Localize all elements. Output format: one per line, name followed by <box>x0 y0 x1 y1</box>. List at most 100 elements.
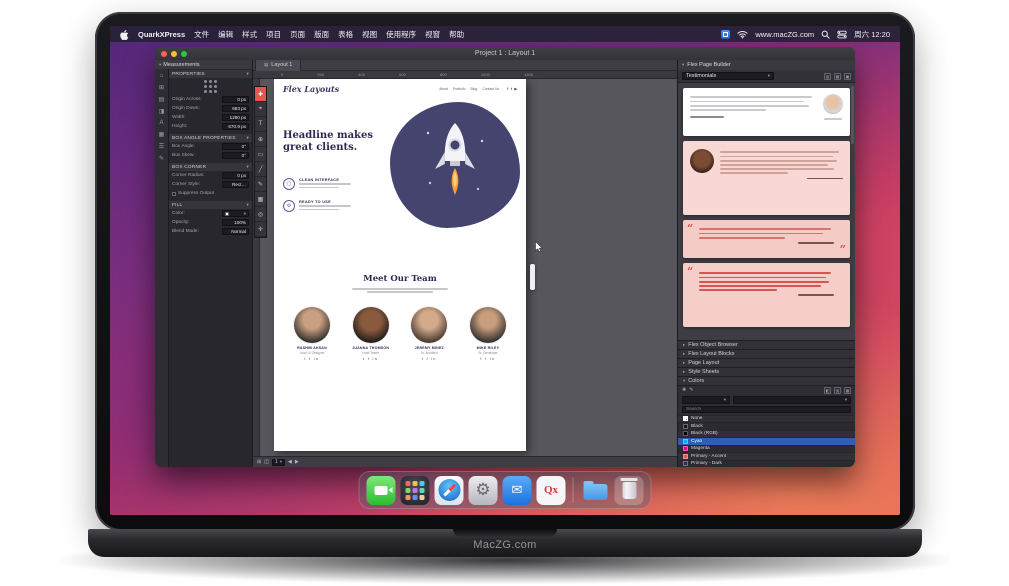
box-angle-section-header[interactable]: BOX ANGLE PROPERTIES▾ <box>169 134 252 142</box>
testimonial-block-4[interactable]: “ <box>683 263 850 327</box>
menu-item-table[interactable]: 表格 <box>338 29 353 40</box>
preset-dropdown[interactable]: Testimonials ▾ <box>682 72 774 80</box>
menu-item-edit[interactable]: 编辑 <box>218 29 233 40</box>
apple-menu-icon[interactable] <box>120 29 129 40</box>
menu-item-layout[interactable]: 版面 <box>314 29 329 40</box>
item-tool[interactable]: ✚ <box>255 87 266 102</box>
next-page-icon[interactable]: ▶ <box>295 459 299 465</box>
panel-scrollbar[interactable] <box>851 86 854 144</box>
color-filter-icon-1[interactable]: ◧ <box>824 387 831 394</box>
pen-tool[interactable]: ✎ <box>255 177 266 192</box>
corner-radius-input[interactable]: 0 px <box>222 172 249 179</box>
origin-down-input[interactable]: 683 px <box>222 105 249 112</box>
menu-item-utilities[interactable]: 使用程序 <box>386 29 416 40</box>
text-link-tool[interactable]: ⊕ <box>255 132 266 147</box>
menubar-url[interactable]: www.macZG.com <box>755 30 814 39</box>
dock-safari[interactable] <box>435 476 464 505</box>
color-row-none[interactable]: None <box>678 415 855 423</box>
table-icon[interactable]: ▦ <box>159 131 165 138</box>
testimonial-block-3[interactable]: “ ” <box>683 220 850 258</box>
box-tool[interactable]: ▭ <box>255 147 266 162</box>
content-tool[interactable]: ⌖ <box>255 102 266 117</box>
menu-item-style[interactable]: 样式 <box>242 29 257 40</box>
testimonial-block-2[interactable] <box>683 141 850 215</box>
spaces-icon[interactable]: ▤ <box>159 96 165 103</box>
dock-trash[interactable] <box>615 476 644 505</box>
layout-page[interactable]: Flex Layouts About Portfolio Blog Contac… <box>274 79 526 451</box>
minimize-button[interactable] <box>171 51 177 57</box>
wifi-icon[interactable] <box>737 30 748 39</box>
width-input[interactable]: 1280 px <box>222 114 249 121</box>
color-row-black[interactable]: Black <box>678 422 855 430</box>
dock-quarkxpress[interactable]: Qx <box>537 476 566 505</box>
prev-page-icon[interactable]: ◀ <box>288 459 292 465</box>
close-button[interactable] <box>161 51 167 57</box>
view-large-icon[interactable]: ▣ <box>844 73 851 80</box>
dock-facetime[interactable] <box>367 476 396 505</box>
dock-downloads-folder[interactable] <box>581 476 610 505</box>
edit-icon[interactable]: ✎ <box>159 155 164 162</box>
scrollbar-thumb[interactable] <box>530 264 535 290</box>
text-icon[interactable]: A <box>159 120 163 126</box>
box-angle-input[interactable]: 0° <box>222 143 249 150</box>
menu-item-view[interactable]: 视图 <box>362 29 377 40</box>
section-flex-object-browser[interactable]: ▸ Flex Object Browser <box>678 340 855 349</box>
corner-style-dropdown[interactable]: Rect… <box>222 181 249 188</box>
colors-search-input[interactable] <box>682 406 851 413</box>
window-titlebar[interactable]: Project 1 : Layout 1 <box>155 47 855 60</box>
section-flex-layout-blocks[interactable]: ▸ Flex Layout Blocks <box>678 349 855 358</box>
app-menu-title[interactable]: QuarkXPress <box>138 30 185 39</box>
color-filter-icon-2[interactable]: ▤ <box>834 387 841 394</box>
proxy-grid-icon[interactable]: ⊞ <box>159 84 164 91</box>
zoom-tool[interactable]: ◎ <box>255 207 266 222</box>
list-icon[interactable]: ☰ <box>159 143 164 150</box>
home-icon[interactable]: ⌂ <box>160 73 164 79</box>
origin-across-input[interactable]: 0 px <box>222 96 249 103</box>
table-tool[interactable]: ▦ <box>255 192 266 207</box>
reference-point-grid[interactable] <box>169 78 252 95</box>
color-filter-icon-3[interactable]: ▦ <box>844 387 851 394</box>
layout-tab[interactable]: ▦ Layout 1 <box>255 60 301 71</box>
color-row-primary-accent[interactable]: Primary - Accent <box>678 452 855 460</box>
testimonial-block-1[interactable] <box>683 88 850 136</box>
document-canvas[interactable]: Flex Layouts About Portfolio Blog Contac… <box>253 79 677 456</box>
color-row-primary-dark[interactable]: Primary - Dark <box>678 460 855 468</box>
menu-item-help[interactable]: 帮助 <box>449 29 464 40</box>
box-corner-section-header[interactable]: BOX CORNER▾ <box>169 163 252 171</box>
color-row-cyan[interactable]: Cyan <box>678 437 855 445</box>
menu-item-item[interactable]: 项目 <box>266 29 281 40</box>
search-icon[interactable] <box>821 30 830 39</box>
height-input[interactable]: 670.9 px <box>222 123 249 130</box>
input-source-icon[interactable] <box>721 30 730 39</box>
add-color-icon[interactable]: ✚ <box>682 387 686 393</box>
maximize-button[interactable] <box>181 51 187 57</box>
control-center-icon[interactable] <box>837 30 847 39</box>
measurements-palette-header[interactable]: ▾ Measurements <box>155 60 252 69</box>
box-skew-input[interactable]: 0° <box>222 152 249 159</box>
menu-item-page[interactable]: 页面 <box>290 29 305 40</box>
page-number-field[interactable]: 1 ▾ <box>272 459 285 466</box>
line-tool[interactable]: ╱ <box>255 162 266 177</box>
opacity-input[interactable]: 100% <box>222 219 249 226</box>
menu-item-window[interactable]: 视窗 <box>425 29 440 40</box>
menu-item-file[interactable]: 文件 <box>194 29 209 40</box>
menubar-clock[interactable]: 周六 12:20 <box>854 29 890 40</box>
color-model-dropdown[interactable]: ▾ <box>733 396 851 404</box>
fill-section-header[interactable]: FILL▾ <box>169 201 252 209</box>
color-row-black-rgb[interactable]: Black (RGB) <box>678 430 855 438</box>
blend-mode-dropdown[interactable]: Normal <box>222 228 249 235</box>
view-grid-icon[interactable]: ▦ <box>834 73 841 80</box>
page-view-icon[interactable]: ◫ <box>264 459 269 465</box>
fill-color-dropdown[interactable]: ▾ <box>222 210 249 217</box>
properties-section-header[interactable]: PROPERTIES▾ <box>169 70 252 78</box>
shade-dropdown[interactable]: ▾ <box>682 396 730 404</box>
section-colors[interactable]: ▾ Colors <box>678 376 855 385</box>
dock-mail[interactable]: ✉ <box>503 476 532 505</box>
view-list-icon[interactable]: ▤ <box>824 73 831 80</box>
dock-launchpad[interactable] <box>401 476 430 505</box>
pan-tool[interactable]: ✛ <box>255 222 266 237</box>
text-tool[interactable]: T <box>255 117 266 132</box>
section-style-sheets[interactable]: ▸ Style Sheets <box>678 367 855 376</box>
flex-builder-header[interactable]: ▾ Flex Page Builder <box>678 60 855 70</box>
align-icon[interactable]: ◨ <box>159 108 165 115</box>
